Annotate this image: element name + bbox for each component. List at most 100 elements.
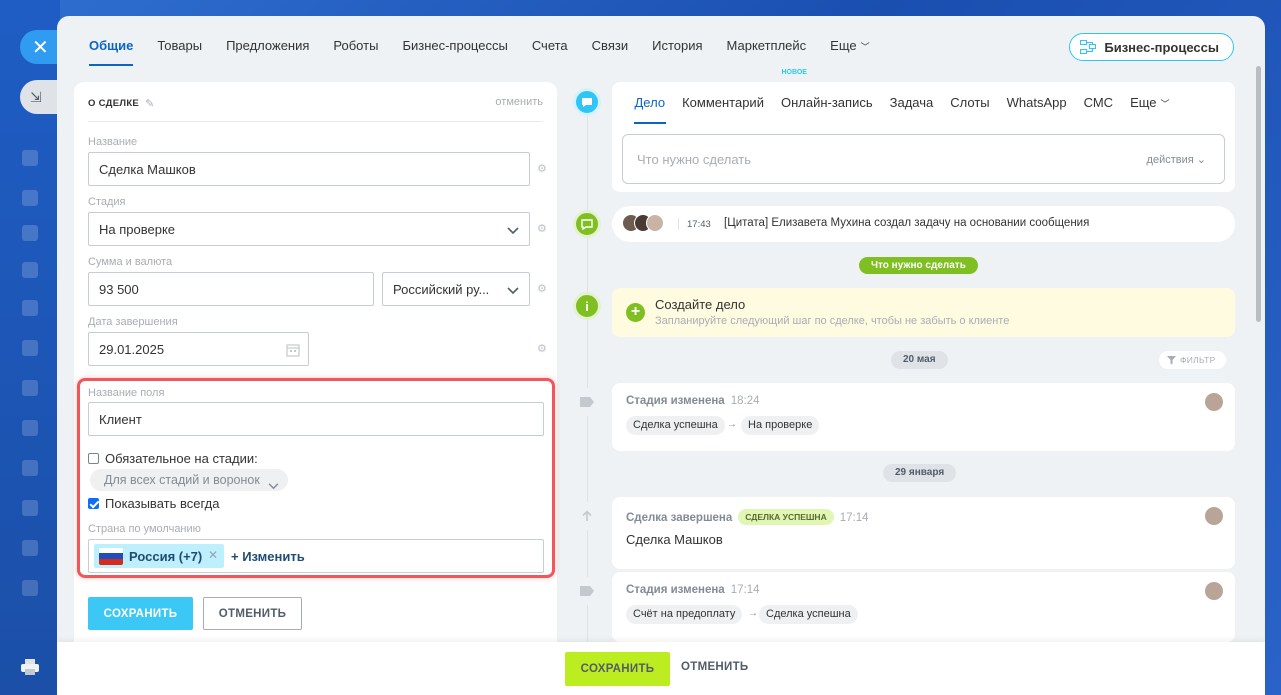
actions-dropdown[interactable]: действия ⌄ (1147, 153, 1206, 166)
sidebar-ghost-icon (22, 500, 38, 516)
field-name-input[interactable]: Клиент (88, 402, 544, 436)
sidebar-ghost-icon (22, 262, 38, 278)
comment-item[interactable]: 17:43 [Цитата] Елизавета Мухина создал з… (612, 206, 1235, 242)
info-icon: i (573, 292, 601, 320)
default-country-field[interactable]: Россия (+7) ✕ + Изменить (88, 539, 544, 573)
avatar (1205, 393, 1223, 411)
name-field[interactable]: Сделка Машков (88, 152, 530, 186)
printer-icon[interactable] (20, 658, 40, 676)
gear-icon[interactable]: ⚙ (537, 284, 547, 295)
gear-icon[interactable]: ⚙ (537, 344, 547, 355)
card-cancel-button[interactable]: ОТМЕНИТЬ (203, 597, 302, 630)
close-date-label: Дата завершения (88, 316, 178, 328)
tab-online-booking[interactable]: НОВОЕ Онлайн-запись (772, 69, 881, 124)
chevron-down-icon (268, 475, 279, 497)
new-badge: НОВОЕ (781, 69, 807, 76)
tab-robots[interactable]: Роботы (321, 16, 390, 76)
save-button[interactable]: СОХРАНИТЬ (565, 652, 670, 686)
todo-placeholder: Что нужно сделать (637, 151, 751, 167)
divider (88, 121, 543, 122)
tab-task[interactable]: Задача (881, 82, 942, 124)
required-scope-value: Для всех стадий и воронок (104, 473, 260, 487)
business-processes-label: Бизнес-процессы (1104, 39, 1219, 55)
collapse-icon: ⇲ (30, 88, 42, 105)
divider (678, 218, 679, 230)
history-title: Сделка завершена СДЕЛКА УСПЕШНА 17:14 (626, 509, 869, 525)
stage-from-chip: Счёт на предоплату (626, 605, 743, 624)
tab-sms[interactable]: СМС (1075, 82, 1121, 124)
tab-slots[interactable]: Слоты (942, 82, 998, 124)
amount-field[interactable]: 93 500 (88, 272, 374, 306)
sidebar-ghost-icon (22, 340, 38, 356)
calendar-icon[interactable] (286, 343, 300, 357)
todo-input[interactable]: Что нужно сделать действия ⌄ (622, 134, 1225, 184)
create-activity-subtitle: Запланируйте следующий шаг по сделке, чт… (655, 315, 1010, 327)
sidebar-ghost-icon (22, 225, 38, 241)
sidebar-ghost-icon (22, 540, 38, 556)
tab-offers[interactable]: Предложения (214, 16, 321, 76)
tab-deal-activity[interactable]: Дело (626, 82, 674, 124)
tab-more[interactable]: Еще ﹀ (818, 16, 881, 76)
chevron-down-icon (507, 223, 519, 238)
pencil-icon[interactable]: ✎ (145, 97, 155, 110)
russia-flag-icon (99, 547, 123, 565)
gear-icon[interactable]: ⚙ (537, 224, 547, 235)
avatar (646, 214, 664, 232)
activity-icon (573, 88, 601, 116)
tab-history[interactable]: История (640, 16, 714, 76)
required-checkbox[interactable] (88, 453, 99, 464)
remove-chip-icon[interactable]: ✕ (208, 548, 218, 562)
collapse-slider-tab[interactable]: ⇲ (20, 80, 60, 114)
plus-icon[interactable]: + (626, 303, 645, 322)
stage-from-chip: Сделка успешна (626, 416, 725, 435)
tab-invoices[interactable]: Счета (520, 16, 580, 76)
required-scope-select[interactable]: Для всех стадий и воронок (90, 469, 288, 491)
deal-info-card: О СДЕЛКЕ ✎ отменить Название Сделка Машк… (74, 82, 557, 682)
gear-icon[interactable]: ⚙ (537, 164, 547, 175)
currency-select[interactable]: Российский ру... (382, 272, 530, 306)
tab-general[interactable]: Общие (77, 16, 145, 76)
business-process-icon (1080, 40, 1097, 54)
comment-time: 17:43 (687, 219, 711, 230)
tab-more-composer[interactable]: Еще ﹀ (1122, 82, 1178, 124)
tab-business-processes[interactable]: Бизнес-процессы (390, 16, 519, 76)
stage-value: На проверке (99, 221, 176, 237)
comment-icon (573, 210, 601, 238)
field-name-value: Клиент (99, 411, 142, 427)
tab-comment[interactable]: Комментарий (674, 82, 773, 124)
always-show-checkbox[interactable] (88, 498, 99, 509)
history-item: Стадия изменена 17:14 Счёт на предоплату … (612, 572, 1235, 642)
close-date-field[interactable]: 29.01.2025 (88, 332, 309, 366)
stage-tag-icon (573, 388, 601, 416)
create-activity-card[interactable]: + Создайте дело Запланируйте следующий ш… (612, 288, 1235, 337)
card-save-button[interactable]: СОХРАНИТЬ (88, 597, 193, 630)
todo-section-pill: Что нужно сделать (859, 257, 978, 274)
cancel-button[interactable]: ОТМЕНИТЬ (681, 661, 748, 673)
sidebar-ghost-icon (22, 580, 38, 596)
tab-whatsapp[interactable]: WhatsApp (998, 82, 1075, 124)
filter-button[interactable]: ФИЛЬТР (1159, 351, 1226, 369)
history-item: Сделка завершена СДЕЛКА УСПЕШНА 17:14 Сдел… (612, 497, 1235, 569)
scrollbar[interactable] (1256, 66, 1261, 322)
tab-products[interactable]: Товары (145, 16, 214, 76)
chevron-down-icon (507, 283, 519, 298)
filter-icon (1167, 355, 1176, 364)
history-title: Стадия изменена 18:24 (626, 395, 760, 407)
stage-select[interactable]: На проверке (88, 212, 530, 246)
card-title: О СДЕЛКЕ ✎ (88, 97, 155, 110)
bottom-action-bar: СОХРАНИТЬ ОТМЕНИТЬ (57, 642, 1265, 695)
arrow-right-icon: → (748, 608, 758, 619)
sidebar-ghost-icon (22, 300, 38, 316)
sidebar-ghost-icon (22, 460, 38, 476)
business-processes-button[interactable]: Бизнес-процессы (1069, 33, 1234, 61)
activity-composer: Дело Комментарий НОВОЕ Онлайн-запись Зада… (612, 69, 1235, 192)
amount-value: 93 500 (99, 281, 139, 297)
change-country-link[interactable]: + Изменить (231, 549, 305, 564)
tab-relations[interactable]: Связи (580, 16, 640, 76)
field-name-label: Название поля (88, 387, 165, 399)
arrow-up-icon (573, 502, 601, 530)
tab-marketplace[interactable]: Маркетплейс (715, 16, 819, 76)
card-cancel-link[interactable]: отменить (495, 96, 543, 108)
history-item: Стадия изменена 18:24 Сделка успешна → На… (612, 383, 1235, 451)
stage-label: Стадия (88, 196, 126, 208)
